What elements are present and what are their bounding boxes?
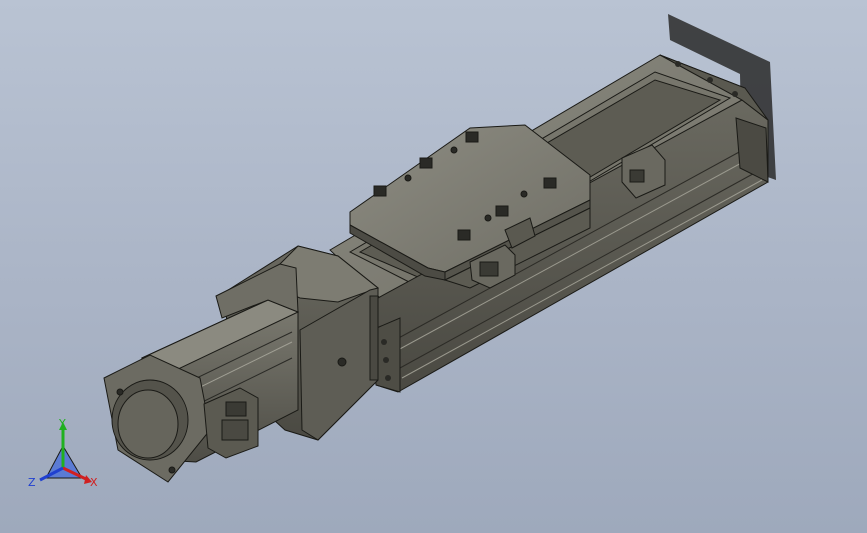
linear-actuator-model[interactable] xyxy=(0,0,867,533)
x-axis-label: X xyxy=(90,476,98,489)
z-axis-label: Z xyxy=(28,476,36,489)
axis-triad: Y X Z xyxy=(28,418,98,489)
y-axis-label: Y xyxy=(58,418,66,430)
cad-viewport[interactable]: Y X Z xyxy=(0,0,867,533)
servo-motor[interactable] xyxy=(103,263,300,483)
